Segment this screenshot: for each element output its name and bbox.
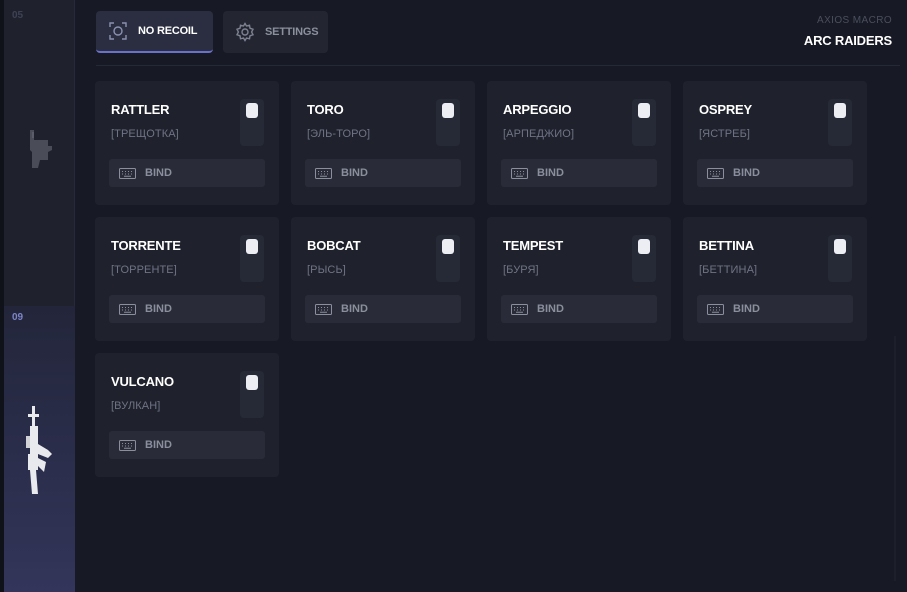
- keyboard-icon: [119, 303, 136, 315]
- bind-button[interactable]: BIND: [109, 159, 265, 187]
- keyboard-icon: [511, 167, 528, 179]
- toggle-knob: [638, 239, 650, 254]
- assault-rifle-icon: [26, 406, 52, 494]
- weapon-slot-09[interactable]: 09: [4, 306, 75, 592]
- tab-settings[interactable]: SETTINGS: [223, 11, 328, 53]
- enable-toggle[interactable]: [436, 99, 460, 146]
- weapon-name: TORRENTE: [111, 238, 181, 253]
- brand-title: ARC RAIDERS: [803, 33, 892, 48]
- bind-button[interactable]: BIND: [501, 159, 657, 187]
- weapon-card: TORO [ЭЛЬ-ТОРО] BIND: [291, 81, 475, 205]
- weapon-name: VULCANO: [111, 374, 174, 389]
- weapon-card: VULCANO [ВУЛКАН] BIND: [95, 353, 279, 477]
- keyboard-icon: [315, 167, 332, 179]
- weapon-name: BETTINA: [699, 238, 754, 253]
- tab-label: NO RECOIL: [138, 25, 198, 37]
- toggle-knob: [246, 375, 258, 390]
- weapon-alias: [АРПЕДЖИО]: [503, 128, 575, 140]
- keyboard-icon: [315, 303, 332, 315]
- bind-label: BIND: [145, 167, 172, 179]
- weapon-grid: RATTLER [ТРЕЩОТКА] BIND TORO [ЭЛЬ-ТОРО] …: [95, 81, 875, 477]
- weapon-alias: [БЕТТИНА]: [699, 264, 758, 276]
- bind-label: BIND: [537, 303, 564, 315]
- weapon-alias: [БУРЯ]: [503, 264, 539, 276]
- weapon-card: BOBCAT [РЫСЬ] BIND: [291, 217, 475, 341]
- weapon-name: BOBCAT: [307, 238, 361, 253]
- tab-label: SETTINGS: [265, 26, 319, 38]
- toggle-knob: [638, 103, 650, 118]
- scrollbar[interactable]: [894, 336, 896, 581]
- enable-toggle[interactable]: [240, 235, 264, 282]
- bind-label: BIND: [537, 167, 564, 179]
- toggle-knob: [442, 239, 454, 254]
- weapon-alias: [ЭЛЬ-ТОРО]: [307, 128, 371, 140]
- bind-button[interactable]: BIND: [697, 295, 853, 323]
- weapon-alias: [ТРЕЩОТКА]: [111, 128, 179, 140]
- brand-block: AXIOS MACRO ARC RAIDERS: [804, 15, 892, 48]
- gear-icon: [236, 22, 254, 42]
- weapon-card: ARPEGGIO [АРПЕДЖИО] BIND: [487, 81, 671, 205]
- toggle-knob: [834, 103, 846, 118]
- bind-button[interactable]: BIND: [501, 295, 657, 323]
- weapon-card: TEMPEST [БУРЯ] BIND: [487, 217, 671, 341]
- bind-button[interactable]: BIND: [109, 295, 265, 323]
- weapon-card: BETTINA [БЕТТИНА] BIND: [683, 217, 867, 341]
- slot-number: 05: [12, 10, 24, 21]
- toggle-knob: [834, 239, 846, 254]
- weapon-name: TEMPEST: [503, 238, 563, 253]
- weapon-card: TORRENTE [ТОРРЕНТЕ] BIND: [95, 217, 279, 341]
- weapon-card: OSPREY [ЯСТРЕБ] BIND: [683, 81, 867, 205]
- toggle-knob: [246, 239, 258, 254]
- main-panel: NO RECOIL SETTINGS AXIOS MACRO ARC RAIDE…: [75, 0, 907, 592]
- bind-button[interactable]: BIND: [305, 295, 461, 323]
- keyboard-icon: [119, 167, 136, 179]
- weapon-name: RATTLER: [111, 102, 170, 117]
- bind-label: BIND: [341, 167, 368, 179]
- weapon-card: RATTLER [ТРЕЩОТКА] BIND: [95, 81, 279, 205]
- bind-button[interactable]: BIND: [109, 431, 265, 459]
- enable-toggle[interactable]: [632, 235, 656, 282]
- weapon-slot-sidebar: 05 09: [4, 0, 75, 592]
- header-divider: [96, 65, 900, 66]
- slot-number: 09: [12, 312, 24, 323]
- keyboard-icon: [707, 167, 724, 179]
- weapon-alias: [ВУЛКАН]: [111, 400, 161, 412]
- tab-no-recoil[interactable]: NO RECOIL: [96, 11, 213, 53]
- brand-subtitle: AXIOS MACRO: [817, 15, 892, 26]
- bind-button[interactable]: BIND: [305, 159, 461, 187]
- pistol-icon: [30, 130, 52, 168]
- bind-label: BIND: [145, 439, 172, 451]
- keyboard-icon: [119, 439, 136, 451]
- weapon-slot-05[interactable]: 05: [4, 0, 75, 296]
- bind-label: BIND: [733, 167, 760, 179]
- weapon-name: OSPREY: [699, 102, 752, 117]
- enable-toggle[interactable]: [632, 99, 656, 146]
- keyboard-icon: [511, 303, 528, 315]
- toggle-knob: [246, 103, 258, 118]
- bind-label: BIND: [733, 303, 760, 315]
- bind-label: BIND: [341, 303, 368, 315]
- toggle-knob: [442, 103, 454, 118]
- weapon-alias: [ЯСТРЕБ]: [699, 128, 751, 140]
- enable-toggle[interactable]: [240, 99, 264, 146]
- weapon-alias: [РЫСЬ]: [307, 264, 346, 276]
- keyboard-icon: [707, 303, 724, 315]
- enable-toggle[interactable]: [240, 371, 264, 418]
- weapon-name: TORO: [307, 102, 344, 117]
- enable-toggle[interactable]: [436, 235, 460, 282]
- tab-bar: NO RECOIL SETTINGS: [96, 11, 328, 53]
- crosshair-frame-icon: [109, 22, 127, 40]
- bind-label: BIND: [145, 303, 172, 315]
- weapon-name: ARPEGGIO: [503, 102, 572, 117]
- bind-button[interactable]: BIND: [697, 159, 853, 187]
- enable-toggle[interactable]: [828, 235, 852, 282]
- enable-toggle[interactable]: [828, 99, 852, 146]
- weapon-alias: [ТОРРЕНТЕ]: [111, 264, 177, 276]
